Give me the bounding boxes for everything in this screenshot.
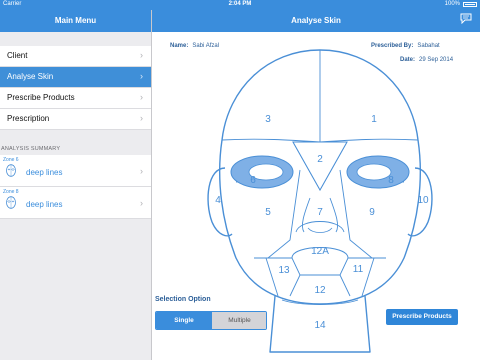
selection-segmented-control: Single Multiple: [155, 311, 267, 330]
chevron-right-icon: ›: [140, 71, 143, 81]
right-nav-bar: Analyse Skin: [152, 10, 480, 32]
prescribe-products-button[interactable]: Prescribe Products: [386, 309, 458, 325]
summary-item[interactable]: Zone 6 deep lines ›: [0, 155, 151, 187]
face-thumbnail-icon: [6, 164, 16, 177]
zone-5-label[interactable]: 5: [265, 207, 271, 218]
zone-14-label[interactable]: 14: [314, 320, 326, 331]
zone-label: Zone 8: [3, 189, 19, 195]
menu-item-label: Prescription: [7, 114, 50, 123]
summary-item[interactable]: Zone 8 deep lines ›: [0, 187, 151, 219]
summary-description: deep lines: [26, 200, 63, 209]
chevron-right-icon: ›: [140, 113, 143, 123]
menu-item-client[interactable]: Client ›: [0, 46, 151, 67]
left-nav-bar: Main Menu: [0, 10, 151, 32]
clock: 2:04 PM: [228, 1, 252, 7]
menu-item-label: Client: [7, 51, 28, 60]
left-nav-title: Main Menu: [54, 16, 97, 25]
selection-option-title: Selection Option: [155, 296, 211, 303]
zone-7-label[interactable]: 7: [317, 207, 323, 218]
zone-6-label[interactable]: 6: [250, 175, 256, 186]
analysis-summary-header: ANALYSIS SUMMARY: [1, 146, 61, 152]
menu-item-analyse-skin[interactable]: Analyse Skin ›: [0, 67, 151, 88]
zone-12-label[interactable]: 12: [314, 285, 326, 296]
zone-11-label[interactable]: 11: [353, 264, 364, 275]
zone-9-label[interactable]: 9: [369, 207, 375, 218]
menu-item-prescribe-products[interactable]: Prescribe Products ›: [0, 88, 151, 109]
zone-13-label[interactable]: 13: [278, 265, 290, 276]
main-menu: Client › Analyse Skin › Prescribe Produc…: [0, 46, 151, 130]
zone-12a-label[interactable]: 12A: [311, 246, 329, 257]
zone-2-shape: [292, 141, 348, 192]
battery-percent: 100%: [444, 1, 460, 7]
zone-1-label[interactable]: 1: [371, 114, 377, 125]
menu-item-prescription[interactable]: Prescription ›: [0, 109, 151, 130]
zone-8-label[interactable]: 8: [388, 175, 394, 186]
zone-3-label[interactable]: 3: [265, 114, 271, 125]
zone-label: Zone 6: [3, 157, 19, 163]
battery-icon: [463, 2, 477, 7]
page-title: Analyse Skin: [291, 16, 341, 25]
single-option-button[interactable]: Single: [156, 312, 212, 329]
zone-4-label[interactable]: 4: [215, 195, 221, 206]
multiple-option-button[interactable]: Multiple: [212, 312, 266, 329]
analysis-summary-list: Zone 6 deep lines › Zone 8 deep lines ›: [0, 155, 151, 219]
face-thumbnail-icon: [6, 196, 16, 209]
menu-item-label: Prescribe Products: [7, 93, 75, 102]
chat-icon[interactable]: [460, 13, 472, 24]
chevron-right-icon: ›: [140, 50, 143, 60]
chevron-right-icon: ›: [140, 92, 143, 102]
chevron-right-icon: ›: [140, 166, 143, 176]
summary-description: deep lines: [26, 168, 63, 177]
chevron-right-icon: ›: [140, 198, 143, 208]
menu-item-label: Analyse Skin: [7, 72, 54, 81]
status-bar: Carrier 2:04 PM 100%: [0, 0, 480, 10]
zone-10-label[interactable]: 10: [417, 195, 429, 206]
zone-2-label[interactable]: 2: [317, 154, 323, 165]
